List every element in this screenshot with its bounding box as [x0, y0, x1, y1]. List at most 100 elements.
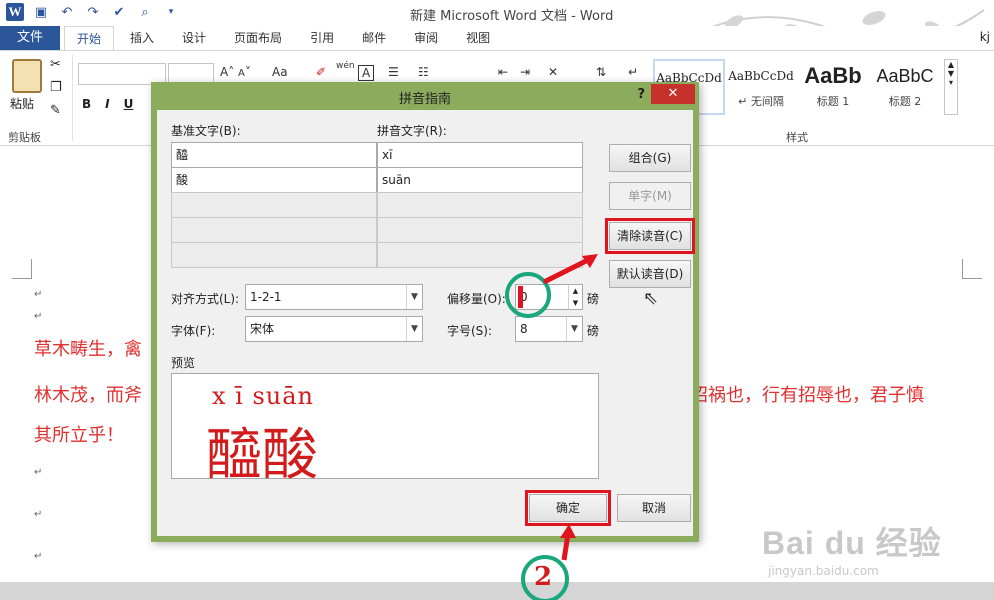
italic-button[interactable]: I: [105, 97, 109, 111]
alignment-label: 对齐方式(L):: [171, 292, 240, 306]
char-border-icon[interactable]: A: [358, 65, 375, 81]
style-name: 标题 2: [888, 95, 922, 108]
tab-design[interactable]: 设计: [170, 26, 218, 50]
paste-button[interactable]: 粘贴: [10, 59, 48, 111]
clear-format-icon[interactable]: ✐: [316, 65, 326, 79]
ruby-text-column: xī suān: [377, 142, 583, 268]
font-value: 宋体: [250, 322, 275, 336]
copy-icon[interactable]: ❐: [50, 80, 62, 95]
group-button[interactable]: 组合(G): [609, 144, 691, 172]
default-reading-button[interactable]: 默认读音(D): [609, 260, 691, 288]
watermark-brand: Bai du 经验: [762, 525, 942, 561]
phonetic-guide-button[interactable]: wén: [336, 61, 355, 71]
paragraph-mark: ↵: [34, 509, 43, 520]
font-select[interactable]: 宋体 ▼: [245, 316, 423, 342]
decrease-indent-icon[interactable]: ⇤: [498, 65, 508, 79]
step-2-number: 2: [534, 562, 553, 592]
close-button[interactable]: ✕: [651, 84, 695, 104]
style-sample: AaBbC: [876, 66, 934, 86]
step-1-mark: [518, 286, 523, 308]
tab-view[interactable]: 视图: [454, 26, 502, 50]
paragraph-mark: ↵: [34, 551, 43, 562]
shrink-font-icon[interactable]: A: [238, 68, 245, 79]
styles-scroll[interactable]: ▲ ▼ ▾: [944, 59, 958, 115]
tab-home[interactable]: 开始: [64, 26, 115, 50]
ruby-text-field: [377, 192, 583, 218]
ruby-text-field: [377, 242, 583, 268]
base-text-field[interactable]: 酸: [171, 167, 377, 193]
style-heading-2[interactable]: AaBbC 标题 2: [869, 59, 941, 115]
size-label: 字号(S):: [447, 324, 493, 338]
style-heading-1[interactable]: AaBb 标题 1: [797, 59, 869, 115]
style-sample: AaBb: [804, 63, 862, 88]
undo-icon[interactable]: ↶: [58, 3, 76, 21]
chevron-down-icon: ▼: [406, 285, 422, 309]
format-painter-icon[interactable]: ✎: [50, 103, 62, 118]
change-case-button[interactable]: Aa: [272, 65, 288, 79]
alignment-select[interactable]: 1-2-1 ▼: [245, 284, 423, 310]
base-text-field[interactable]: 醯: [171, 142, 377, 168]
save-icon[interactable]: ▣: [32, 3, 50, 21]
tab-file[interactable]: 文件: [0, 26, 60, 50]
tab-review[interactable]: 审阅: [402, 26, 450, 50]
word-logo-icon: W: [6, 3, 24, 21]
tab-insert[interactable]: 插入: [118, 26, 166, 50]
alignment-value: 1-2-1: [250, 290, 282, 304]
style-no-spacing[interactable]: AaBbCcDd ↵ 无间隔: [725, 59, 797, 115]
doc-line-2-end: 招祸也，行有招辱也，君子慎: [690, 385, 924, 406]
user-account[interactable]: kj: [980, 30, 990, 44]
chinese-layout-icon[interactable]: ✕: [548, 65, 558, 79]
numbering-icon[interactable]: ☷: [418, 65, 429, 79]
quick-access-toolbar: W ▣ ↶ ↷ ✔ ⌕ ▾: [6, 3, 180, 21]
watermark-url: jingyan.baidu.com: [768, 564, 879, 578]
preview-label: 预览: [171, 356, 196, 370]
base-text-field: [171, 217, 377, 243]
doc-line-1: 草木畴生，禽: [34, 339, 142, 360]
chevron-down-icon: ▼: [566, 317, 582, 341]
sort-icon[interactable]: ⇅: [596, 65, 606, 79]
ruby-text-field[interactable]: xī: [377, 142, 583, 168]
bold-button[interactable]: B: [82, 97, 91, 111]
page-corner-mark: [12, 259, 32, 279]
preview-box: x ī suān 醯酸: [171, 373, 599, 488]
offset-label: 偏移量(O):: [447, 292, 506, 306]
base-text-field: [171, 192, 377, 218]
show-marks-icon[interactable]: ↵: [628, 65, 638, 79]
size-unit: 磅: [587, 324, 600, 338]
ruby-text-field: [377, 217, 583, 243]
spelling-check-icon[interactable]: ✔: [110, 3, 128, 21]
redo-icon[interactable]: ↷: [84, 3, 102, 21]
help-button[interactable]: ?: [637, 87, 645, 102]
underline-button[interactable]: U: [124, 97, 134, 111]
preview-hanzi: 醯酸: [206, 423, 318, 488]
ruby-text-field[interactable]: suān: [377, 167, 583, 193]
step-1-circle: [505, 272, 551, 318]
size-value: 8: [520, 322, 528, 336]
tab-page-layout[interactable]: 页面布局: [222, 26, 294, 50]
print-preview-icon[interactable]: ⌕: [136, 3, 154, 21]
tab-mailings[interactable]: 邮件: [350, 26, 398, 50]
grow-font-icon[interactable]: A: [220, 65, 228, 79]
tab-references[interactable]: 引用: [298, 26, 346, 50]
ok-highlight: [525, 490, 611, 526]
style-sample: AaBbCcDd: [728, 69, 794, 83]
title-bar: W ▣ ↶ ↷ ✔ ⌕ ▾ 新建 Microsoft Word 文档 - Wor…: [0, 0, 994, 43]
clipboard-group-label: 剪贴板: [8, 131, 41, 144]
baidu-watermark: Bai du 经验 jingyan.baidu.com: [762, 518, 942, 578]
increase-indent-icon[interactable]: ⇥: [520, 65, 530, 79]
cut-icon[interactable]: ✂: [50, 57, 62, 72]
base-text-field: [171, 242, 377, 268]
paste-label: 粘贴: [10, 97, 35, 111]
offset-unit: 磅: [587, 292, 600, 306]
bullets-icon[interactable]: ☰: [388, 65, 399, 79]
base-text-column: 醯 酸: [171, 142, 377, 268]
window-title: 新建 Microsoft Word 文档 - Word: [410, 9, 614, 24]
style-name: ↵ 无间隔: [738, 95, 784, 108]
size-select[interactable]: 8 ▼: [515, 316, 583, 342]
customize-qat-icon[interactable]: ▾: [162, 3, 180, 21]
mono-button[interactable]: 单字(M): [609, 182, 691, 210]
phonetic-guide-dialog: 拼音指南 ? ✕ 基准文字(B): 拼音文字(R): 醯 酸 xī suān 组…: [151, 82, 699, 542]
cancel-button[interactable]: 取消: [617, 494, 691, 522]
paragraph-mark: ↵: [34, 311, 43, 322]
offset-spinner[interactable]: ▲ ▼: [568, 285, 582, 309]
